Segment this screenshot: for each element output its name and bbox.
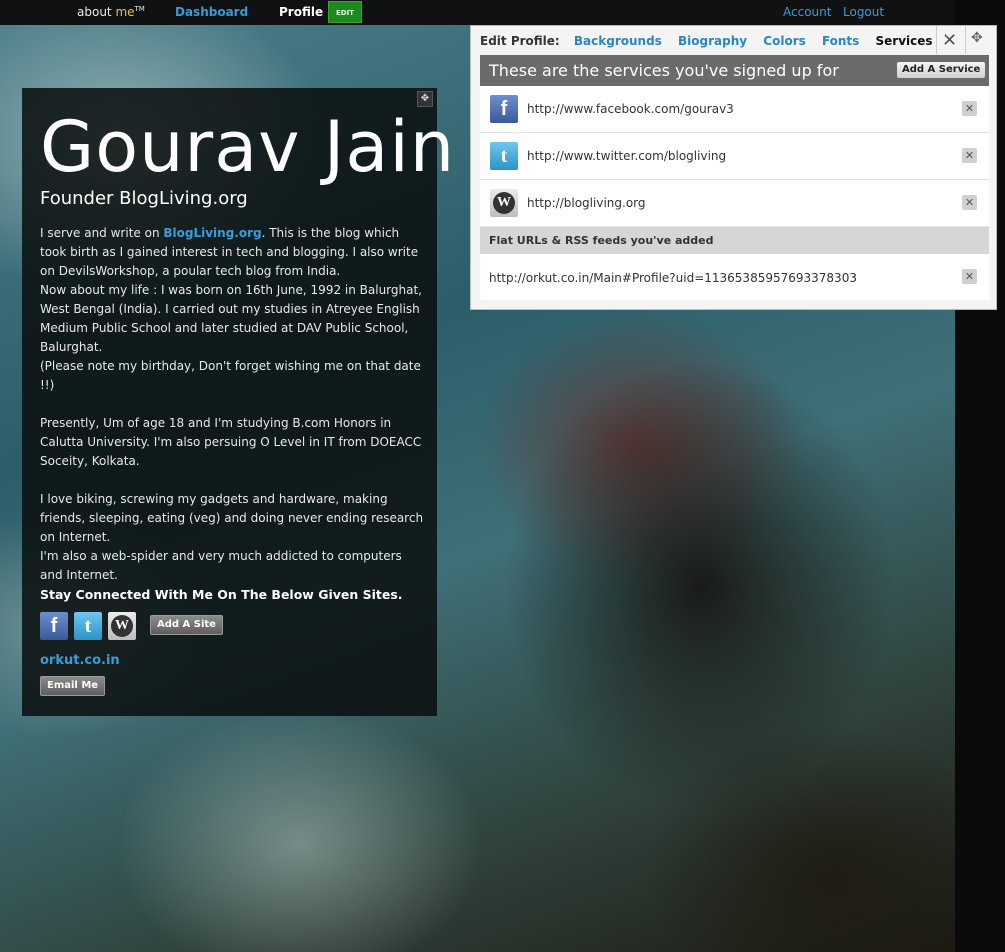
twitter-icon[interactable]: t	[74, 612, 102, 640]
service-url: http://www.twitter.com/blogliving	[527, 149, 727, 163]
top-nav-bar: about meTM Dashboard Profile EDIT Accoun…	[0, 0, 955, 25]
service-url: http://blogliving.org	[527, 196, 646, 210]
account-link[interactable]: Account	[783, 5, 831, 19]
feeds-header-text: Flat URLs & RSS feeds you've added	[489, 234, 714, 247]
logout-link[interactable]: Logout	[843, 5, 884, 19]
bio-paragraph: I serve and write on BlogLiving.org. Thi…	[40, 226, 419, 278]
twitter-icon: t	[490, 142, 518, 170]
connected-sites: ftW	[40, 612, 142, 642]
bio-paragraph: I'm also a web-spider and very much addi…	[40, 549, 402, 582]
nav-profile-link[interactable]: Profile	[279, 5, 323, 19]
edit-tabs: Edit Profile: Backgrounds Biography Colo…	[480, 34, 945, 48]
feed-url: http://orkut.co.in/Main#Profile?uid=1136…	[489, 271, 857, 285]
tab-biography[interactable]: Biography	[678, 34, 747, 48]
add-service-button[interactable]: Add A Service	[897, 62, 986, 78]
services-header: These are the services you've signed up …	[480, 55, 989, 86]
feed-row: http://orkut.co.in/Main#Profile?uid=1136…	[480, 254, 989, 300]
bio-paragraph: (Please note my birthday, Don't forget w…	[40, 359, 421, 392]
edit-profile-button[interactable]: EDIT	[328, 1, 362, 23]
feeds-header: Flat URLs & RSS feeds you've added	[480, 227, 989, 254]
tab-services[interactable]: Services	[876, 34, 933, 48]
tab-colors[interactable]: Colors	[763, 34, 805, 48]
service-row: t http://www.twitter.com/blogliving ✕	[480, 133, 989, 180]
bio-paragraph: I love biking, screwing my gadgets and h…	[40, 492, 424, 544]
orkut-link[interactable]: orkut.co.in	[40, 653, 120, 668]
wordpress-icon[interactable]: W	[108, 612, 136, 640]
wordpress-icon: W	[490, 189, 518, 217]
tab-backgrounds[interactable]: Backgrounds	[574, 34, 662, 48]
delete-service-icon[interactable]: ✕	[962, 101, 977, 116]
tab-fonts[interactable]: Fonts	[822, 34, 859, 48]
add-site-button[interactable]: Add A Site	[150, 615, 223, 635]
bio-paragraph: Presently, Um of age 18 and I'm studying…	[40, 416, 422, 468]
services-list: f http://www.facebook.com/gourav3 ✕ t ht…	[480, 86, 989, 227]
delete-service-icon[interactable]: ✕	[962, 195, 977, 210]
blogliving-link[interactable]: BlogLiving.org	[163, 226, 261, 240]
profile-tagline: Founder BlogLiving.org	[40, 188, 248, 209]
aboutme-logo[interactable]: about meTM	[77, 5, 145, 19]
service-row: f http://www.facebook.com/gourav3 ✕	[480, 86, 989, 133]
email-me-button[interactable]: Email Me	[40, 676, 106, 696]
delete-service-icon[interactable]: ✕	[962, 148, 977, 163]
services-header-text: These are the services you've signed up …	[489, 61, 839, 80]
bio-cta: Stay Connected With Me On The Below Give…	[40, 587, 403, 602]
nav-dashboard-link[interactable]: Dashboard	[175, 5, 248, 19]
profile-bio: I serve and write on BlogLiving.org. Thi…	[40, 224, 425, 604]
facebook-icon: f	[490, 95, 518, 123]
edit-profile-panel: Edit Profile: Backgrounds Biography Colo…	[470, 25, 997, 310]
profile-card: ✥ Gourav Jain Founder BlogLiving.org I s…	[22, 88, 454, 716]
edit-profile-label: Edit Profile:	[480, 34, 560, 48]
service-url: http://www.facebook.com/gourav3	[527, 102, 734, 116]
facebook-icon[interactable]: f	[40, 612, 68, 640]
move-handle-icon[interactable]: ✥	[417, 91, 433, 107]
move-icon[interactable]: ✥	[971, 30, 983, 46]
profile-name: Gourav Jain	[40, 106, 456, 188]
close-icon[interactable]: ✕	[942, 30, 957, 51]
delete-feed-icon[interactable]: ✕	[962, 269, 977, 284]
bio-paragraph: Now about my life : I was born on 16th J…	[40, 283, 422, 354]
service-row: W http://blogliving.org ✕	[480, 180, 989, 227]
